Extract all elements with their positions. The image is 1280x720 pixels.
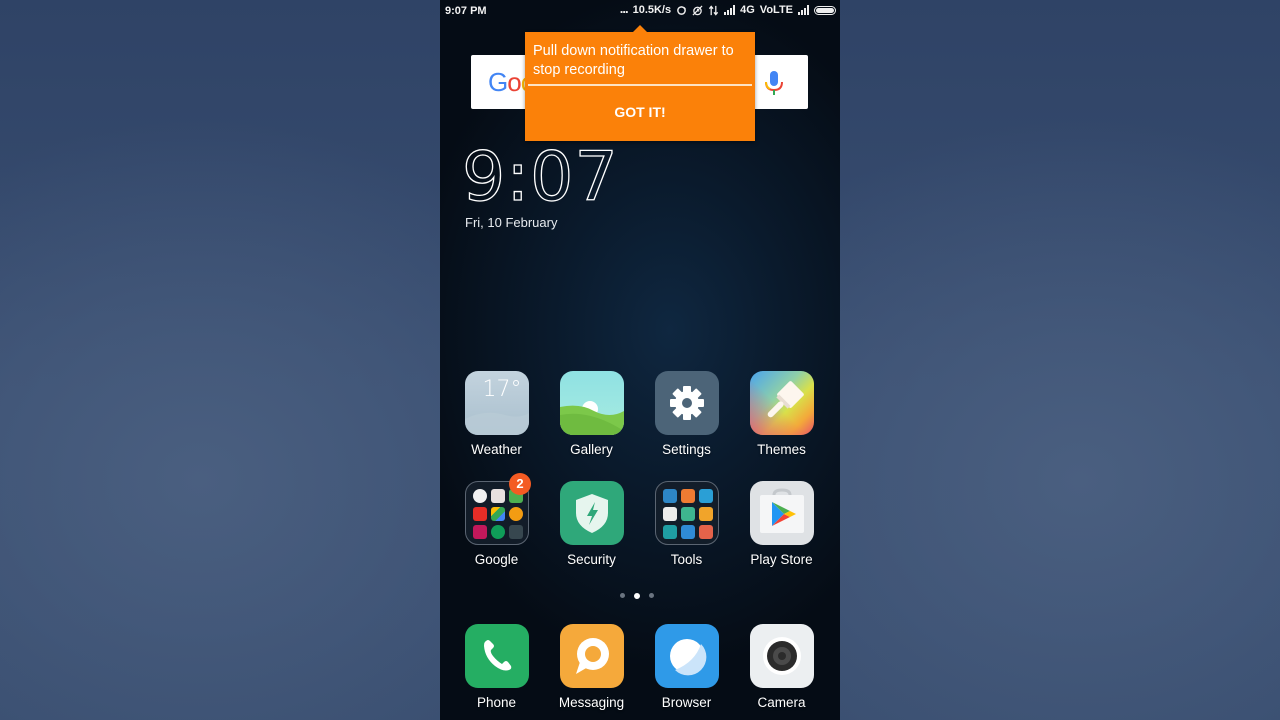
tooltip-divider [528,84,752,86]
app-label: Themes [757,442,806,457]
notification-badge: 2 [509,473,531,495]
sync-icon [677,5,687,15]
app-label: Weather [471,442,522,457]
app-label: Browser [661,695,712,710]
app-label: Messaging [558,695,625,710]
dock-messaging[interactable]: Messaging [544,624,639,710]
google-logo-letter: G [488,67,508,97]
status-time: 9:07 PM [445,5,487,17]
tooltip-message: Pull down notification drawer to stop re… [533,43,734,78]
app-security[interactable]: Security [544,481,639,567]
messaging-icon [559,624,624,688]
recording-tooltip: Pull down notification drawer to stop re… [525,25,755,141]
app-label: Play Store [750,552,813,567]
browser-icon [654,624,719,688]
more-notifications-icon: ... [619,0,629,16]
signal-icon [798,5,809,15]
phone-icon [464,624,529,688]
app-gallery[interactable]: Gallery [544,371,639,457]
gallery-icon [559,371,624,435]
weather-icon: 17° [464,371,529,435]
play-store-icon [749,481,814,545]
app-label: Google [474,552,519,567]
clock-widget[interactable]: 9:07 [461,137,619,217]
folder-tools[interactable]: Tools [639,481,734,567]
app-label: Phone [476,695,517,710]
got-it-button[interactable]: GOT IT! [525,104,755,120]
camera-icon [749,624,814,688]
alarm-off-icon [692,4,703,16]
themes-brush-icon [749,371,814,435]
google-logo-letter: o [507,67,522,97]
network-speed: 10.5K/s [632,4,672,16]
volte-indicator: VoLTE [759,4,793,16]
clock-date: Fri, 10 February [465,215,558,230]
page-dot[interactable] [649,593,654,598]
app-settings[interactable]: Settings [639,371,734,457]
data-transfer-icon [708,4,719,16]
app-themes[interactable]: Themes [734,371,829,457]
app-weather[interactable]: 17° Weather [449,371,544,457]
phone-screen: 9:07 PM ... 10.5K/s 4G VoLTE Goo Pull do… [440,0,840,720]
status-bar[interactable]: 9:07 PM ... 10.5K/s 4G VoLTE [440,0,840,24]
app-label: Security [567,552,616,567]
dock-camera[interactable]: Camera [734,624,829,710]
page-dot[interactable] [620,593,625,598]
page-dot-active[interactable] [634,592,640,599]
app-label: Settings [662,442,711,457]
app-label: Tools [670,552,703,567]
network-type: 4G [740,4,755,16]
app-label: Gallery [570,442,613,457]
page-indicator[interactable] [620,592,654,599]
battery-icon [814,5,836,15]
dock-phone[interactable]: Phone [449,624,544,710]
folder-google[interactable]: 2 Google [449,473,544,567]
weather-temperature: 17° [482,377,522,402]
tools-folder-icon [654,481,719,545]
settings-gear-icon [654,371,719,435]
dock-browser[interactable]: Browser [639,624,734,710]
mic-icon[interactable] [762,70,786,96]
clock-time: 9:07 [461,137,619,217]
signal-icon [724,5,736,15]
app-play-store[interactable]: Play Store [734,481,829,567]
security-shield-icon [559,481,624,545]
app-label: Camera [757,695,806,710]
